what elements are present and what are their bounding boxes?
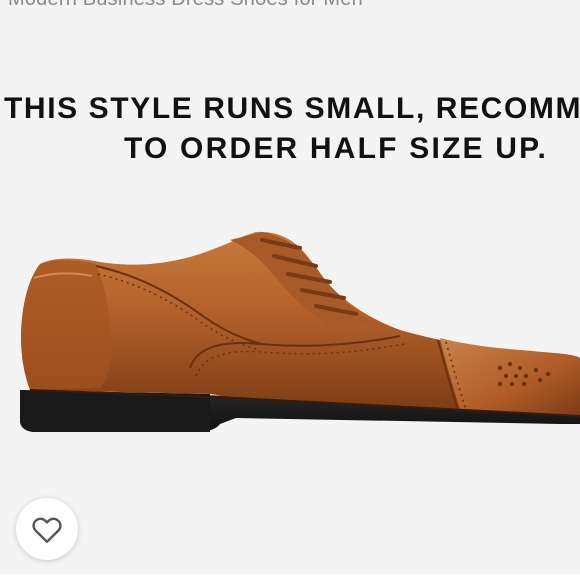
favorite-button[interactable]	[16, 498, 78, 560]
product-image-viewer[interactable]: Modern Business Dress Shoes for Men THIS…	[0, 0, 580, 580]
heart-outline-icon	[32, 517, 62, 543]
shoe-illustration	[0, 218, 580, 488]
oxford-shoe-graphic	[20, 231, 580, 432]
bottom-strip	[0, 574, 580, 580]
sizing-notice-line-1: THIS STYLE RUNS SMALL, RECOMM	[4, 92, 580, 125]
heel-counter	[21, 260, 112, 390]
sizing-notice-line-2: TO ORDER HALF SIZE UP.	[124, 132, 549, 165]
listing-title: Modern Business Dress Shoes for Men	[8, 0, 363, 11]
shoe-toe-cap	[440, 338, 580, 416]
sizing-notice: THIS STYLE RUNS SMALL, RECOMM TO ORDER H…	[0, 86, 580, 176]
